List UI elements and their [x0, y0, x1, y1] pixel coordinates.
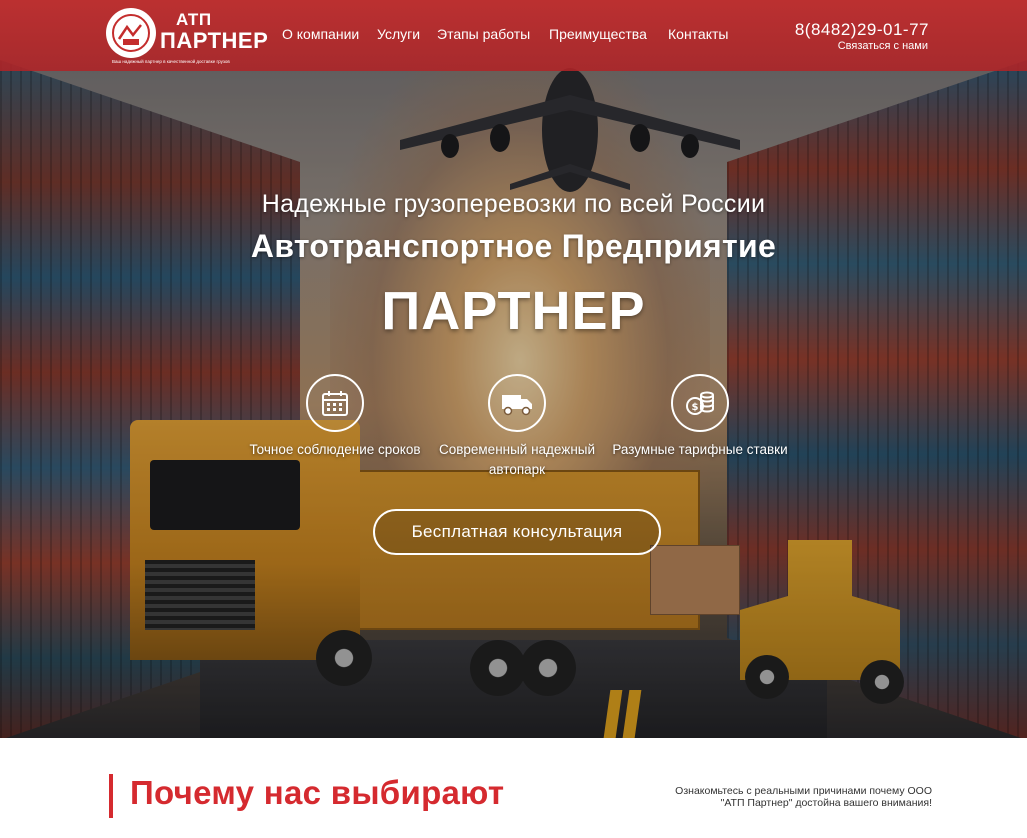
logo-emblem-icon [106, 8, 156, 58]
coins-icon: $ [671, 374, 729, 432]
logo-title-line1: АТП [176, 10, 212, 29]
nav-item-contacts[interactable]: Контакты [668, 26, 728, 42]
contact-us-link[interactable]: Связаться с нами [838, 40, 928, 52]
logo-tagline: Ваш надежный партнер в качественной дост… [112, 59, 230, 64]
phone-number[interactable]: 8(8482)29-01-77 [795, 20, 929, 40]
section-title: Почему нас выбирают [130, 774, 505, 811]
site-header: АТП ПАРТНЕР Ваш надежный партнер в качес… [0, 0, 1027, 71]
hero-brand: ПАРТНЕР [381, 281, 646, 341]
logo-title-line2: ПАРТНЕР [160, 28, 269, 53]
section-accent-bar [109, 774, 113, 818]
nav-item-stages[interactable]: Этапы работы [437, 26, 530, 42]
hero-content: Надежные грузоперевозки по всей России А… [0, 0, 1027, 738]
feature-rates: $ Разумные тарифные ставки [610, 374, 790, 460]
calendar-icon [306, 374, 364, 432]
feature-text: Разумные тарифные ставки [612, 442, 788, 457]
section-description: Ознакомьтесь с реальными причинами почем… [675, 785, 932, 809]
logo[interactable]: АТП ПАРТНЕР Ваш надежный партнер в качес… [106, 8, 268, 66]
hero-subtitle: Надежные грузоперевозки по всей России [261, 190, 766, 218]
feature-text: Современный надежный автопарк [438, 442, 596, 477]
nav-item-services[interactable]: Услуги [377, 26, 420, 42]
truck-icon [488, 374, 546, 432]
svg-text:$: $ [692, 402, 699, 413]
feature-text: Точное соблюдение сроков [249, 442, 421, 457]
hero-title: Автотранспортное Предприятие [250, 228, 777, 264]
feature-fleet: Современный надежный автопарк [427, 374, 607, 480]
free-consultation-button[interactable]: Бесплатная консультация [373, 509, 661, 555]
nav-item-advantages[interactable]: Преимущества [549, 26, 647, 42]
nav-item-about[interactable]: О компании [282, 26, 359, 42]
feature-deadlines: Точное соблюдение сроков [245, 374, 425, 460]
